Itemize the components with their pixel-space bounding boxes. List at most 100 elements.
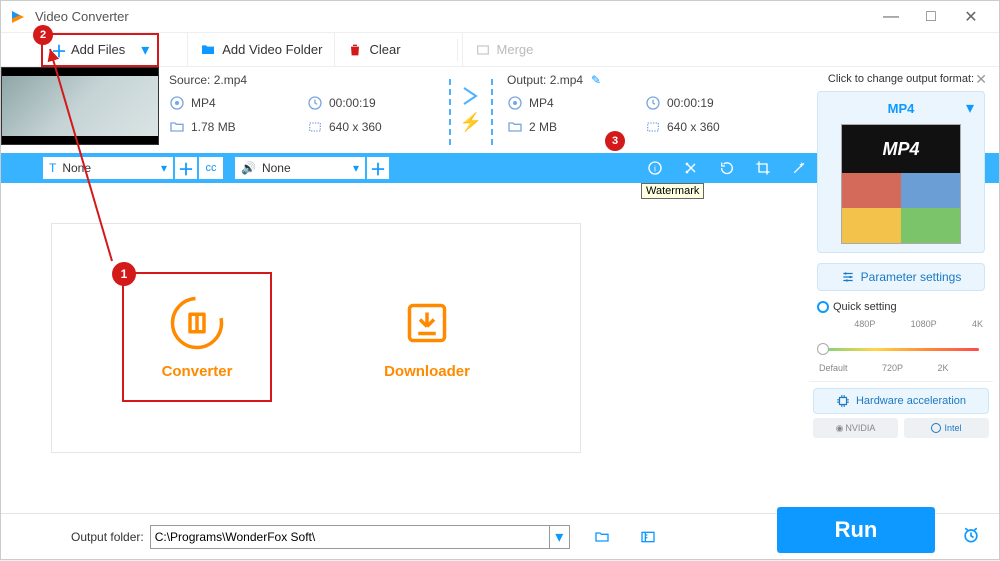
- alarm-icon: [961, 525, 981, 545]
- converter-icon: [169, 295, 225, 351]
- qs-1080p: 1080P: [911, 319, 937, 329]
- downloader-card[interactable]: Downloader: [352, 272, 502, 402]
- rotate-button[interactable]: [709, 153, 745, 183]
- run-label: Run: [835, 517, 878, 543]
- scissors-icon: [683, 160, 699, 176]
- quality-slider[interactable]: [817, 333, 985, 363]
- qs-720p: 720P: [882, 363, 903, 373]
- output-sidebar: Click to change output format: MP4 ▾ MP4…: [809, 73, 993, 493]
- intel-badge: Intel: [904, 418, 989, 438]
- schedule-button[interactable]: [961, 525, 981, 545]
- resolution-icon: [645, 119, 661, 135]
- video-thumbnail[interactable]: [1, 67, 159, 145]
- merge-label: Merge: [497, 42, 534, 57]
- subtitle-dropdown[interactable]: T None ▾: [43, 157, 173, 179]
- watermark-tooltip: Watermark: [641, 183, 704, 199]
- speaker-icon: 🔊: [241, 161, 256, 175]
- app-logo-icon: [9, 8, 27, 26]
- output-folder-path: C:\Programs\WonderFox Soft\: [155, 530, 316, 544]
- qs-480p: 480P: [854, 319, 875, 329]
- bolt-icon: ⚡: [460, 112, 482, 133]
- parameter-settings-button[interactable]: Parameter settings: [817, 263, 985, 291]
- out-container: MP4: [529, 96, 554, 110]
- trash-icon: [347, 42, 363, 58]
- format-thumb-label: MP4: [882, 139, 919, 160]
- downloader-icon: [399, 295, 455, 351]
- slider-knob[interactable]: [817, 343, 829, 355]
- window-title: Video Converter: [35, 9, 871, 24]
- add-folder-label: Add Video Folder: [222, 42, 322, 57]
- add-audio-button[interactable]: ＋: [367, 157, 389, 179]
- audio-dropdown[interactable]: 🔊 None ▾: [235, 157, 365, 179]
- cc-button[interactable]: cc: [199, 157, 223, 179]
- plus-icon: ＋: [51, 38, 67, 62]
- folder-small-icon: [169, 119, 185, 135]
- minimize-button[interactable]: —: [871, 3, 911, 31]
- converter-label: Converter: [162, 363, 233, 380]
- maximize-button[interactable]: □: [911, 3, 951, 31]
- chip-icon: [836, 394, 850, 408]
- container-icon: [169, 95, 185, 111]
- format-label: MP4: [888, 101, 915, 116]
- folder-icon: [200, 42, 216, 58]
- crop-icon: [755, 160, 771, 176]
- magic-icon: [791, 160, 807, 176]
- edit-output-button[interactable]: ✎: [591, 73, 601, 87]
- format-thumbnail: MP4: [841, 124, 961, 244]
- hardware-accel-button[interactable]: Hardware acceleration: [813, 388, 989, 414]
- archive-button[interactable]: [634, 525, 662, 549]
- merge-button[interactable]: Merge: [462, 33, 546, 66]
- output-format-selector[interactable]: MP4 ▾ MP4: [817, 91, 985, 253]
- add-folder-button[interactable]: Add Video Folder: [187, 33, 334, 66]
- output-folder-label: Output folder:: [71, 530, 144, 544]
- callout-badge-2: 2: [33, 25, 53, 45]
- downloader-label: Downloader: [384, 363, 470, 380]
- info-icon: i: [647, 160, 663, 176]
- resolution-icon: [307, 119, 323, 135]
- close-button[interactable]: ✕: [951, 3, 991, 31]
- hardware-accel-panel: Hardware acceleration ◉NVIDIA Intel: [809, 381, 993, 444]
- quick-setting-label: Quick setting: [833, 301, 897, 313]
- out-duration: 00:00:19: [667, 96, 714, 110]
- quick-setting-panel: Quick setting 480P 1080P 4K Default 720P…: [809, 301, 993, 373]
- open-folder-button[interactable]: [588, 525, 616, 549]
- qs-default: Default: [819, 363, 848, 373]
- out-size: 2 MB: [529, 120, 557, 134]
- clock-icon: [645, 95, 661, 111]
- app-window: Video Converter — □ ✕ 2 ＋ Add Files ▾ Ad…: [0, 0, 1000, 560]
- clear-button[interactable]: Clear: [334, 33, 412, 66]
- folder-open-icon: [593, 529, 611, 545]
- crop-button[interactable]: [745, 153, 781, 183]
- add-files-label: Add Files: [71, 42, 125, 57]
- svg-text:i: i: [654, 163, 656, 173]
- rotate-icon: [719, 160, 735, 176]
- nvidia-badge: ◉NVIDIA: [813, 418, 898, 438]
- src-duration: 00:00:19: [329, 96, 376, 110]
- converter-card[interactable]: 1 Converter: [122, 272, 272, 402]
- callout-badge-3: 3: [605, 131, 625, 151]
- main-toolbar: 2 ＋ Add Files ▾ Add Video Folder Clear M…: [1, 33, 999, 67]
- callout-badge-1: 1: [112, 262, 136, 286]
- chevron-down-icon: ▾: [353, 161, 359, 175]
- info-button[interactable]: i: [637, 153, 673, 183]
- chevron-down-icon: ▾: [966, 98, 974, 118]
- src-container: MP4: [191, 96, 216, 110]
- chevron-down-icon: ▾: [161, 161, 167, 175]
- titlebar: Video Converter — □ ✕: [1, 1, 999, 33]
- add-subtitle-button[interactable]: ＋: [175, 157, 197, 179]
- output-label: Output: 2.mp4: [507, 73, 583, 87]
- subtitle-T-icon: T: [49, 161, 56, 175]
- src-res: 640 x 360: [329, 120, 382, 134]
- source-label: Source: 2.mp4: [169, 73, 449, 87]
- output-folder-dropdown[interactable]: ▾: [550, 525, 570, 549]
- chevron-down-icon[interactable]: ▾: [141, 40, 149, 60]
- add-files-button[interactable]: 2 ＋ Add Files ▾: [41, 33, 159, 67]
- cut-button[interactable]: [673, 153, 709, 183]
- src-size: 1.78 MB: [191, 120, 236, 134]
- run-button[interactable]: Run: [777, 507, 935, 553]
- output-folder-input[interactable]: C:\Programs\WonderFox Soft\: [150, 525, 550, 549]
- folder-small-icon: [507, 119, 523, 135]
- arrow-right-icon: [462, 86, 480, 106]
- archive-icon: [639, 529, 657, 545]
- clock-icon: [307, 95, 323, 111]
